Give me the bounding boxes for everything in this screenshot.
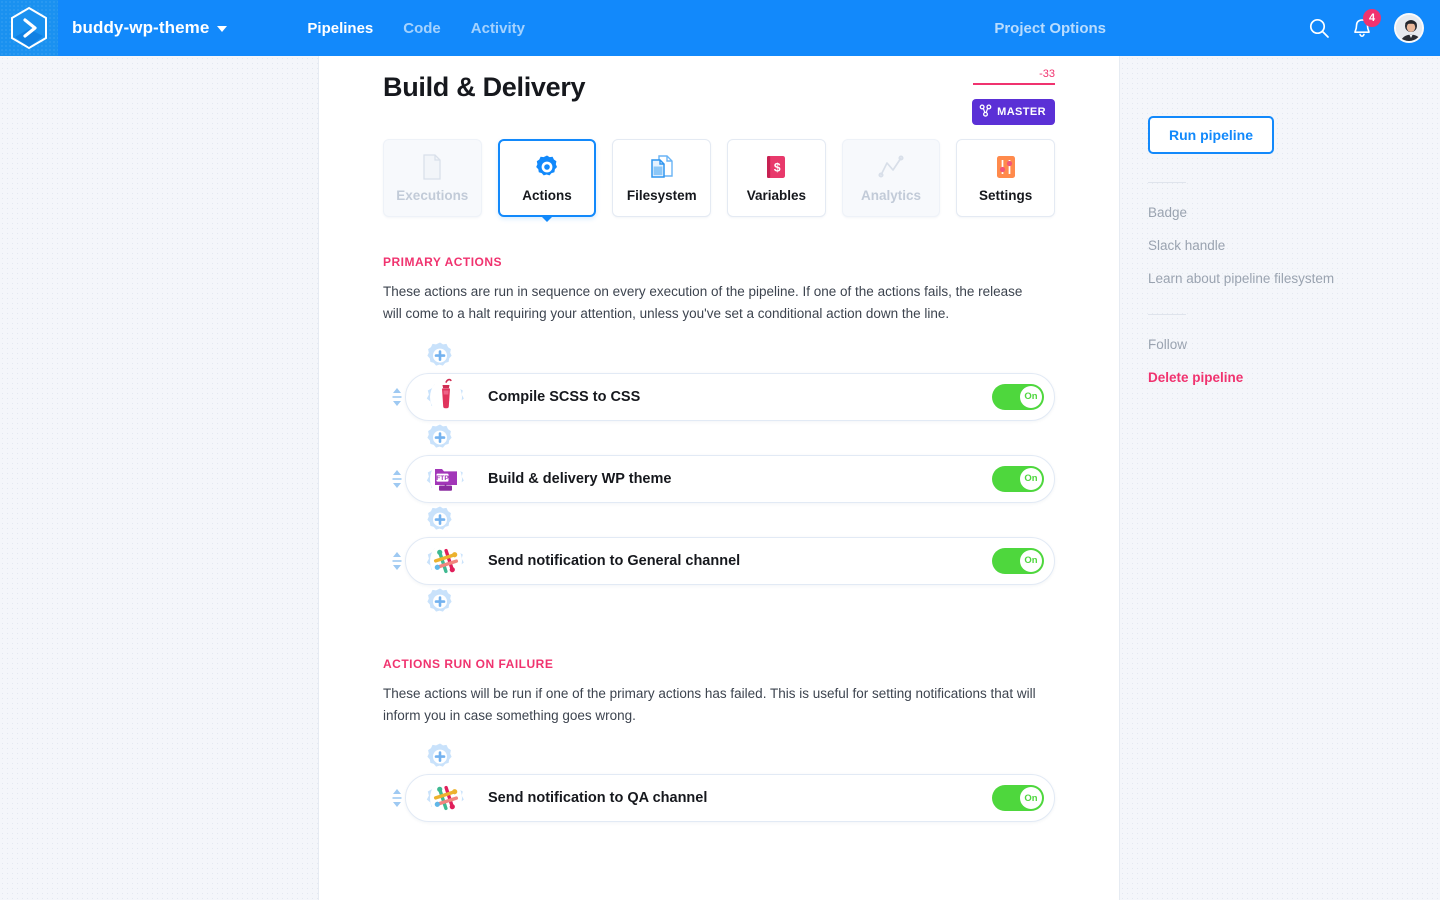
toggle-label: On — [1020, 787, 1042, 810]
sass-icon — [419, 369, 473, 425]
nav-item-code[interactable]: Code — [403, 20, 441, 37]
status-badge[interactable]: MASTER — [972, 99, 1055, 126]
action-toggle[interactable]: On — [992, 465, 1044, 492]
action-label: Compile SCSS to CSS — [488, 388, 641, 405]
document-icon — [419, 153, 445, 180]
nav-item-activity[interactable]: Activity — [471, 20, 525, 37]
sliders-icon — [993, 154, 1019, 180]
execution-progress-line — [973, 83, 1055, 86]
action-toggle[interactable]: On — [992, 547, 1044, 574]
project-name-label: buddy-wp-theme — [72, 18, 210, 37]
branch-label: MASTER — [997, 106, 1046, 119]
svg-text:FTP: FTP — [436, 475, 449, 482]
section-title: ACTIONS RUN ON FAILURE — [383, 656, 554, 671]
action-row: Send notification to QA channel On — [383, 774, 1055, 823]
toggle-label: On — [1020, 467, 1042, 490]
add-action-icon[interactable] — [425, 341, 455, 371]
sidebar-link-delete-pipeline[interactable]: Delete pipeline — [1148, 352, 1440, 385]
bell-icon[interactable]: 4 — [1352, 9, 1381, 39]
run-pipeline-button[interactable]: Run pipeline — [1148, 116, 1274, 154]
dollar-book-icon: $ — [763, 154, 789, 180]
main-nav: Pipelines Code Activity — [307, 20, 525, 37]
action-toggle[interactable]: On — [992, 383, 1044, 410]
action-card[interactable]: Send notification to QA channel On — [405, 774, 1055, 823]
action-connector — [383, 339, 1055, 373]
pipeline-content-panel: Build & Delivery -33 MASTER Executions A… — [318, 56, 1120, 900]
tab-filesystem[interactable]: Filesystem — [612, 139, 712, 217]
execution-number: -33 — [1039, 68, 1055, 80]
pipeline-side-panel: Run pipeline Badge Slack handle Learn ab… — [1120, 56, 1440, 900]
sidebar-link-learn-filesystem[interactable]: Learn about pipeline filesystem — [1148, 253, 1440, 286]
action-row: Send notification to General channel On — [383, 536, 1055, 585]
top-navigation-bar: buddy-wp-theme Pipelines Code Activity P… — [0, 0, 1440, 56]
line-chart-icon — [878, 154, 904, 180]
add-action-icon[interactable] — [425, 505, 455, 535]
cog-icon — [534, 154, 560, 180]
action-connector — [383, 503, 1055, 537]
add-action-icon[interactable] — [425, 587, 455, 617]
tab-label: Analytics — [861, 187, 922, 203]
project-options-button[interactable]: Project Options — [994, 20, 1106, 37]
section-primary-actions: PRIMARY ACTIONS These actions are run in… — [319, 255, 1119, 619]
primary-action-list: Compile SCSS to CSS On FTP Build & deliv… — [383, 339, 1055, 619]
action-connector — [383, 585, 1055, 619]
add-action-icon[interactable] — [425, 742, 455, 772]
svg-text:$: $ — [774, 160, 781, 174]
action-card[interactable]: Compile SCSS to CSS On — [405, 372, 1055, 421]
add-action-icon[interactable] — [425, 423, 455, 453]
action-card[interactable]: Send notification to General channel On — [405, 536, 1055, 585]
notification-badge: 4 — [1363, 9, 1381, 27]
tab-settings[interactable]: Settings — [956, 139, 1055, 217]
section-description: These actions will be run if one of the … — [383, 685, 1036, 723]
topbar-actions: Project Options 4 — [994, 9, 1440, 43]
tab-label: Executions — [396, 187, 469, 203]
action-connector — [383, 421, 1055, 455]
action-label: Build & delivery WP theme — [488, 470, 672, 487]
action-connector — [383, 740, 1055, 774]
tab-variables[interactable]: $ Variables — [727, 139, 826, 217]
action-toggle[interactable]: On — [992, 785, 1044, 812]
chevron-down-icon — [217, 26, 228, 32]
sidebar-link-follow[interactable]: Follow — [1148, 315, 1440, 352]
toggle-label: On — [1020, 549, 1042, 572]
sidebar-link-slack-handle[interactable]: Slack handle — [1148, 220, 1440, 253]
tab-label: Variables — [746, 187, 807, 203]
tab-analytics[interactable]: Analytics — [841, 139, 941, 217]
section-title: PRIMARY ACTIONS — [383, 255, 503, 269]
files-icon — [649, 154, 675, 180]
slack-icon — [419, 770, 473, 826]
tab-label: Filesystem — [626, 187, 697, 203]
sidebar-link-badge[interactable]: Badge — [1148, 183, 1440, 220]
action-row: Compile SCSS to CSS On — [383, 372, 1055, 421]
action-label: Send notification to General channel — [488, 552, 741, 569]
nav-item-pipelines[interactable]: Pipelines — [307, 20, 373, 37]
toggle-label: On — [1020, 385, 1042, 408]
tab-label: Settings — [979, 187, 1033, 203]
tab-executions[interactable]: Executions — [383, 139, 482, 217]
pipeline-header: Build & Delivery -33 MASTER — [319, 56, 1119, 126]
slack-icon — [419, 533, 473, 589]
project-switcher[interactable]: buddy-wp-theme — [72, 18, 228, 38]
branch-icon — [979, 104, 992, 120]
action-row: FTP Build & delivery WP theme On — [383, 454, 1055, 503]
app-logo[interactable] — [0, 0, 58, 56]
page-body: Build & Delivery -33 MASTER Executions A… — [0, 56, 1440, 900]
tab-label: Actions — [522, 187, 572, 203]
search-icon[interactable] — [1308, 17, 1330, 39]
action-label: Send notification to QA channel — [488, 790, 708, 807]
ftp-icon: FTP — [419, 451, 473, 507]
avatar[interactable] — [1394, 13, 1424, 43]
pipeline-header-meta: -33 MASTER — [955, 68, 1055, 126]
buddy-hexagon-logo-icon — [9, 6, 49, 50]
section-failure-actions: ACTIONS RUN ON FAILURE These actions wil… — [319, 657, 1119, 823]
section-description: These actions are run in sequence on eve… — [383, 284, 1023, 321]
action-card[interactable]: FTP Build & delivery WP theme On — [405, 454, 1055, 503]
failure-action-list: Send notification to QA channel On — [383, 740, 1055, 823]
tab-actions[interactable]: Actions — [497, 139, 597, 217]
